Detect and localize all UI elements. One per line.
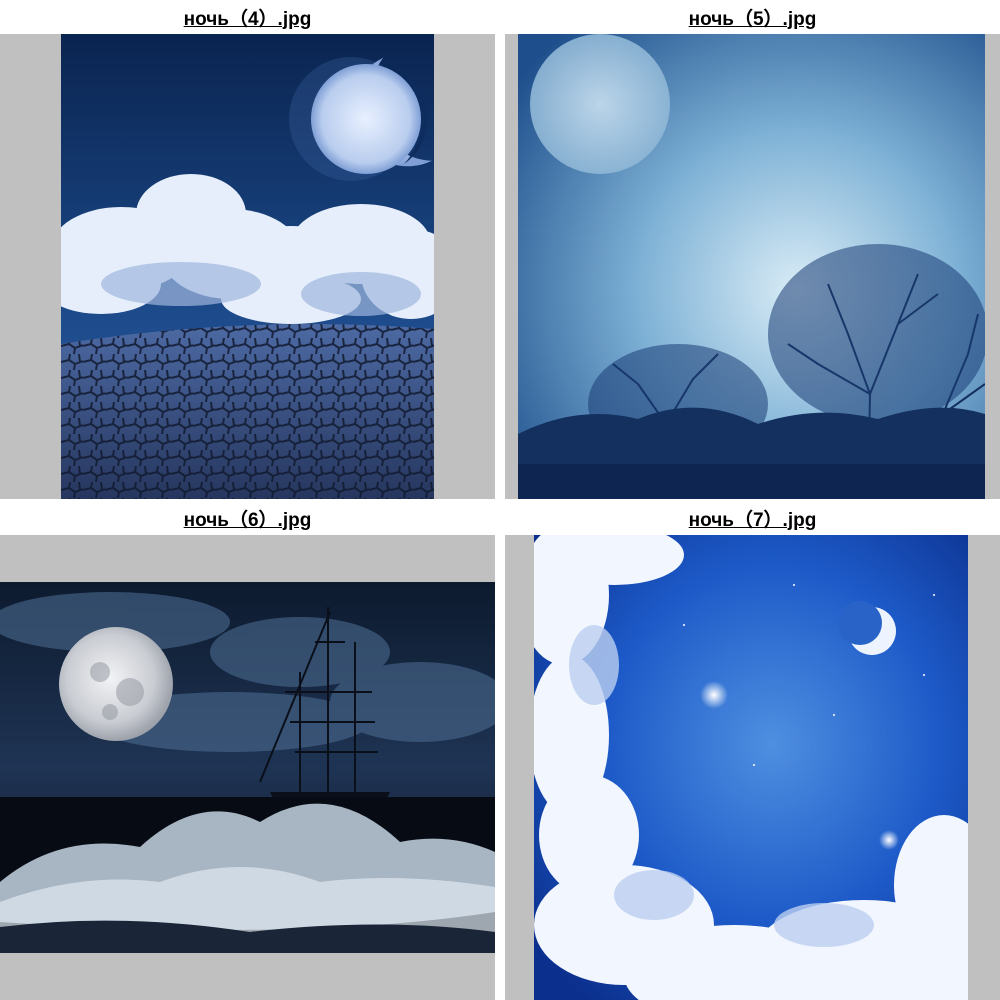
thumbnail-image-night-7[interactable] <box>534 535 968 1000</box>
thumbnail-frame <box>0 34 495 499</box>
thumbnail-filename[interactable]: ночь（4）.jpg <box>0 0 495 34</box>
night-cracked-earth-image <box>61 34 434 499</box>
thumbnail-frame <box>0 535 495 1000</box>
night-ship-waves-image <box>0 582 495 953</box>
thumbnail-filename[interactable]: ночь（5）.jpg <box>505 0 1000 34</box>
thumbnail-filename[interactable]: ночь（6）.jpg <box>0 501 495 535</box>
thumbnail-cell-6[interactable]: ночь（6）.jpg <box>0 501 495 1000</box>
thumbnail-cell-5[interactable]: ночь（5）.jpg <box>505 0 1000 499</box>
night-trees-image <box>518 34 985 499</box>
thumbnail-image-night-4[interactable] <box>61 34 434 499</box>
thumbnail-cell-4[interactable]: ночь（4）.jpg <box>0 0 495 499</box>
night-crescent-clouds-image <box>534 535 968 1000</box>
thumbnail-frame <box>505 34 1000 499</box>
thumbnail-cell-7[interactable]: ночь（7）.jpg <box>505 501 1000 1000</box>
thumbnail-filename[interactable]: ночь（7）.jpg <box>505 501 1000 535</box>
thumbnail-image-night-6[interactable] <box>0 582 495 953</box>
thumbnail-image-night-5[interactable] <box>518 34 985 499</box>
thumbnail-frame <box>505 535 1000 1000</box>
